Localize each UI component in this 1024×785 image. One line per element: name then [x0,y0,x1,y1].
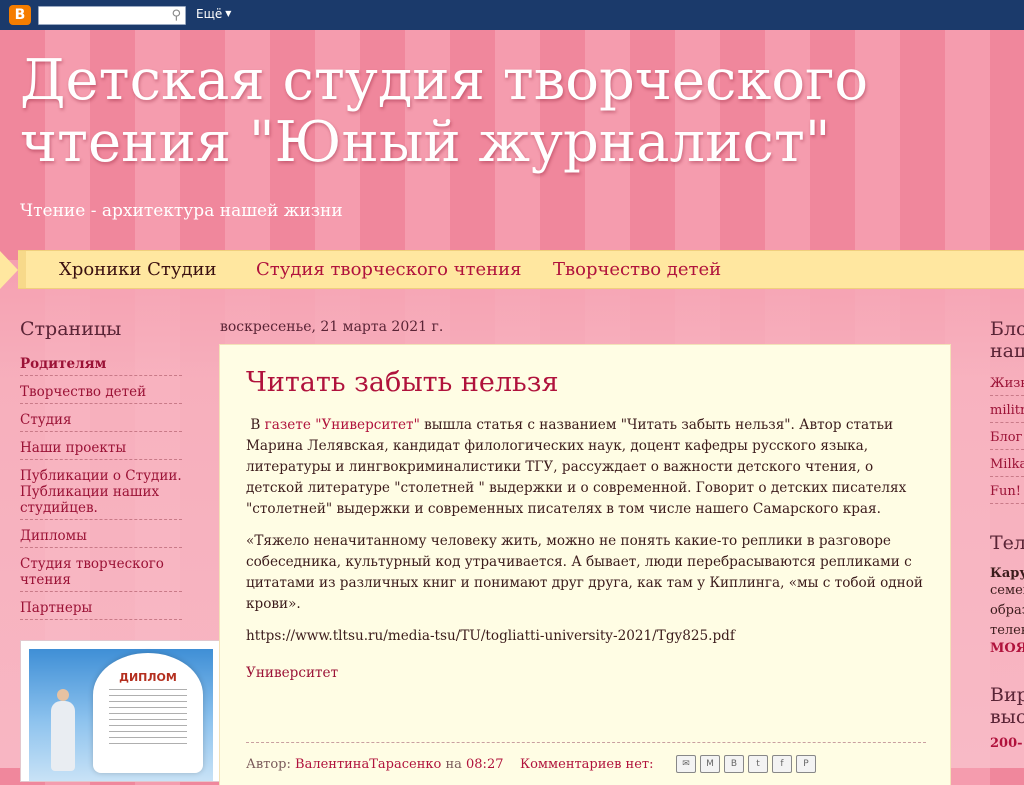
twitter-icon[interactable]: t [748,755,768,773]
blog-list-heading: Блог [990,318,1024,340]
sidebar-item-creative-reading[interactable]: Студия творческого чтения [20,554,182,592]
diploma-label: ДИПЛОМ [119,671,177,684]
post-paragraph: В газете "Университет" вышла статья с на… [246,415,926,520]
more-menu[interactable]: Ещё ▼ [196,7,231,21]
post: Читать забыть нельзя В газете "Университ… [220,345,950,785]
post-p1-prefix: В [250,417,265,433]
sidebar-item-studio[interactable]: Студия [20,410,182,432]
tab-creative-reading[interactable]: Студия творческого чтения [256,259,522,280]
virtual-link[interactable]: 200- [990,736,1024,751]
page-list: Родителям Творчество детей Студия Наши п… [20,354,182,620]
post-title[interactable]: Читать забыть нельзя [246,367,559,398]
virtual-heading: Вир [990,684,1024,706]
comments-link[interactable]: Комментариев нет: [520,757,653,772]
blog-description: Чтение - архитектура нашей жизни [20,201,343,221]
chevron-down-icon: ▼ [225,9,232,18]
tv-heading: Тел [990,532,1024,554]
blog-list-item[interactable]: Fun! [990,482,1024,504]
post-quote: «Тяжело неначитанному человеку жить, мож… [246,533,923,612]
sidebar-pages: Страницы Родителям Творчество детей Студ… [20,318,182,626]
email-icon[interactable]: ✉ [676,755,696,773]
search-icon[interactable]: ⚲ [171,8,181,23]
sidebar-item-projects[interactable]: Наши проекты [20,438,182,460]
child-figure [51,689,75,771]
diploma-sheet: ДИПЛОМ [93,653,203,773]
blog-list-item[interactable]: Жизн [990,374,1024,396]
sidebar-item-parents[interactable]: Родителям [20,354,182,376]
sidebar-right: Блог наш Жизн militr Блог Milka Fun! Тел… [990,318,1024,751]
tv-link[interactable]: МОЯ [990,641,1024,656]
search-box[interactable]: ⚲ [38,6,186,28]
tab-chronicles[interactable]: Хроники Студии [59,259,217,280]
sidebar-item-diplomas[interactable]: Дипломы [20,526,182,548]
sidebar-heading: Страницы [20,318,122,340]
search-input[interactable] [42,10,166,28]
post-body: В газете "Университет" вышла статья с на… [246,415,926,695]
diploma-image[interactable]: ДИПЛОМ [29,649,213,781]
blogger-logo-icon[interactable]: B [9,5,31,25]
sidebar-item-partners[interactable]: Партнеры [20,598,182,620]
pinterest-icon[interactable]: P [796,755,816,773]
tv-title: Кару [990,566,1024,581]
post-label-link[interactable]: Университет [246,665,338,681]
gmail-icon[interactable]: M [700,755,720,773]
author-link[interactable]: ВалентинаТарасенко [295,757,441,772]
blogger-icon[interactable]: B [724,755,744,773]
sidebar-item-kids-work[interactable]: Творчество детей [20,382,182,404]
tv-line: телек [990,623,1024,638]
sidebar-item-publications[interactable]: Публикации о Студии. Публикации наших ст… [20,466,182,520]
post-url: https://www.tltsu.ru/media-tsu/TU/toglia… [246,628,735,644]
facebook-icon[interactable]: f [772,755,792,773]
blog-list-item[interactable]: Блог [990,428,1024,450]
virtual-heading-2: выс [990,706,1024,728]
blog-list-item[interactable]: militr [990,401,1024,423]
post-date: воскресенье, 21 марта 2021 г. [220,319,444,335]
tv-line: семей [990,583,1024,598]
blogger-navbar: B ⚲ Ещё ▼ [0,0,1024,30]
tab-kids-work[interactable]: Творчество детей [553,259,721,280]
tv-line: образ [990,603,1024,618]
blog-title[interactable]: Детская студия творческого чтения "Юный … [20,50,1024,174]
newspaper-link[interactable]: газете "Университет" [265,417,420,433]
post-time-link[interactable]: 08:27 [466,757,503,772]
time-prefix: на [445,757,462,772]
blog-list-item[interactable]: Milka [990,455,1024,477]
blog-list-heading-2: наш [990,340,1024,362]
diploma-text-lines [109,689,187,749]
diploma-widget[interactable]: ДИПЛОМ [20,640,222,782]
blog-list: Жизн militr Блог Milka Fun! [990,374,1024,504]
author-prefix: Автор: [246,757,291,772]
share-icons: ✉ M B t f P [676,755,816,773]
more-label: Ещё [196,7,223,21]
tabs-bar: Хроники Студии Студия творческого чтения… [0,250,1024,289]
